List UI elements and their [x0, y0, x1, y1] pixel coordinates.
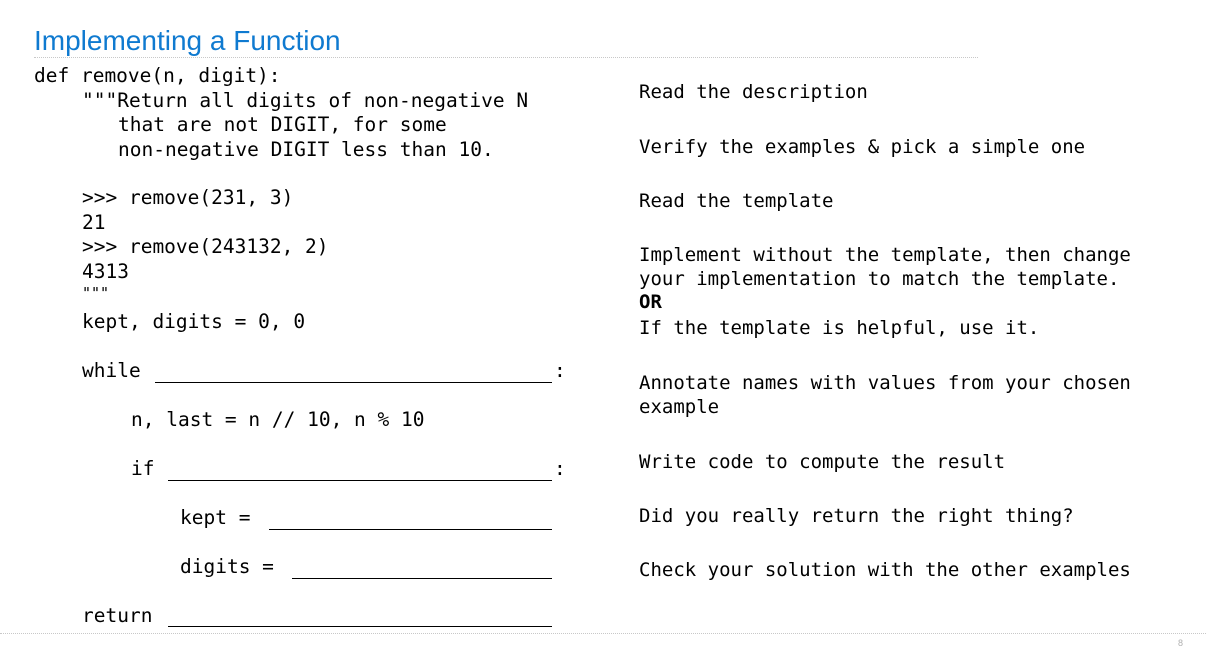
- step-read-template: Read the template: [639, 190, 834, 212]
- code-return-keyword: return: [82, 604, 153, 627]
- code-if-keyword: if: [131, 457, 155, 480]
- code-kept-assignment: kept =: [180, 506, 251, 529]
- step-annotate-line-2: example: [639, 396, 720, 418]
- step-read-description: Read the description: [639, 81, 868, 103]
- code-init-line: kept, digits = 0, 0: [82, 310, 306, 333]
- step-implement-line-1: Implement without the template, then cha…: [639, 244, 1131, 266]
- code-split-line: n, last = n // 10, n % 10: [131, 408, 425, 431]
- digits-value-blank: [292, 578, 552, 579]
- code-digits-assignment: digits =: [180, 555, 274, 578]
- while-condition-blank: [155, 382, 552, 383]
- page-number: 8: [1178, 638, 1184, 648]
- title-divider: [34, 57, 978, 58]
- step-verify-examples: Verify the examples & pick a simple one: [639, 136, 1086, 158]
- step-implement-line-2: your implementation to match the templat…: [639, 268, 1120, 290]
- return-value-blank: [168, 626, 552, 627]
- kept-value-blank: [269, 529, 552, 530]
- code-docstring-line-1: """Return all digits of non-negative N: [82, 89, 529, 112]
- code-example-call-1: >>> remove(231, 3): [82, 186, 294, 209]
- code-if-colon: :: [554, 457, 566, 480]
- step-annotate-line-1: Annotate names with values from your cho…: [639, 372, 1131, 394]
- step-check-return: Did you really return the right thing?: [639, 505, 1074, 527]
- footer-divider: [0, 633, 1206, 634]
- step-write-code: Write code to compute the result: [639, 451, 1006, 473]
- slide-title: Implementing a Function: [34, 25, 341, 56]
- code-docstring-line-3: non-negative DIGIT less than 10.: [118, 138, 494, 161]
- code-while-colon: :: [554, 359, 566, 382]
- if-condition-blank: [168, 480, 552, 481]
- code-example-call-2: >>> remove(243132, 2): [82, 235, 329, 258]
- code-def-line: def remove(n, digit):: [34, 64, 281, 87]
- step-or-label: OR: [639, 291, 662, 313]
- code-docstring-end: """: [82, 284, 110, 302]
- step-check-examples: Check your solution with the other examp…: [639, 559, 1131, 581]
- code-while-keyword: while: [82, 359, 141, 382]
- code-docstring-line-2: that are not DIGIT, for some: [118, 113, 447, 136]
- code-example-output-1: 21: [82, 211, 106, 234]
- step-use-template: If the template is helpful, use it.: [639, 317, 1040, 339]
